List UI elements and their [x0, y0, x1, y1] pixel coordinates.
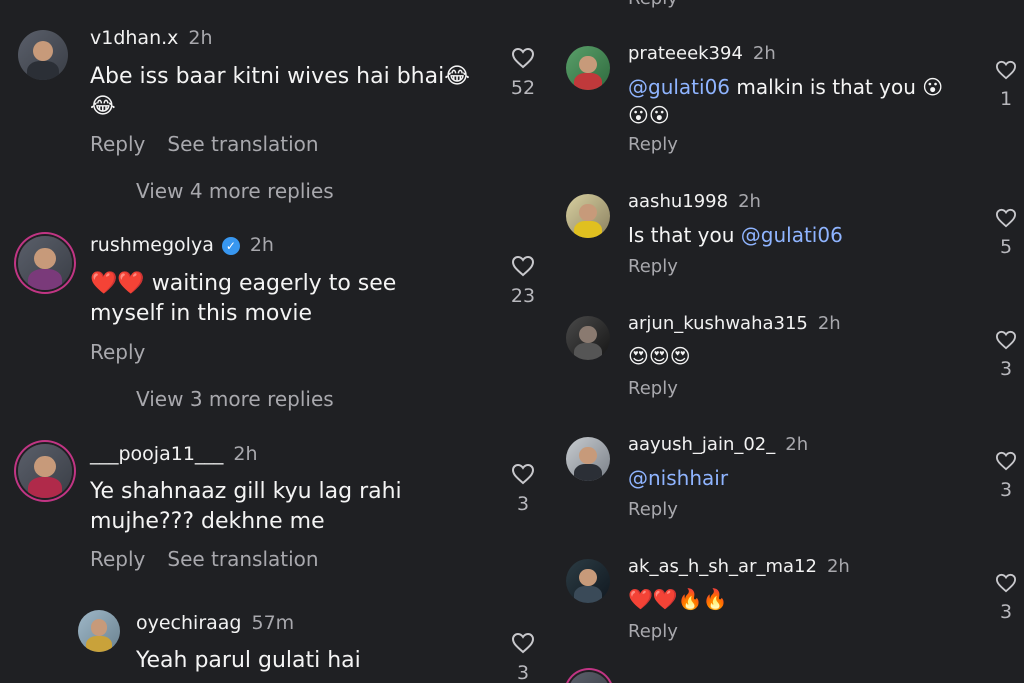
comment-text: Is that you @gulati06 — [628, 221, 958, 249]
comment-header: ___pooja11___ 2h — [90, 443, 258, 465]
mention-link[interactable]: @nishhair — [628, 466, 728, 490]
comment-header: aayush_jain_02_ 2h — [628, 434, 808, 455]
comment-text: Abe iss baar kitni wives hai bhai😂😂 — [90, 64, 470, 119]
avatar[interactable] — [566, 46, 610, 90]
like-button[interactable]: 5 — [986, 208, 1024, 258]
comment-header: arjun_kushwaha315 2h — [628, 313, 841, 334]
like-button[interactable]: 3 — [986, 573, 1024, 623]
mention-link[interactable]: @gulati06 — [628, 75, 730, 99]
avatar[interactable] — [78, 610, 120, 652]
comment-actions: Reply — [90, 340, 167, 364]
view-more-replies[interactable]: View 3 more replies — [136, 387, 334, 411]
timestamp: 2h — [752, 43, 776, 64]
timestamp: 2h — [785, 434, 809, 455]
heart-outline-icon — [511, 632, 535, 654]
reply-button[interactable]: Reply — [628, 0, 678, 9]
like-count: 5 — [999, 236, 1013, 258]
reply-button[interactable]: Reply — [90, 547, 145, 571]
timestamp: 57m — [251, 612, 295, 634]
username[interactable]: ___pooja11___ — [90, 443, 223, 465]
like-count: 3 — [516, 662, 530, 683]
username[interactable]: arjun_kushwaha315 — [628, 313, 808, 334]
heart-outline-icon — [995, 451, 1017, 471]
reply-button[interactable]: Reply — [628, 134, 678, 155]
like-count: 3 — [999, 358, 1013, 380]
comment-header: oyechiraag 57m — [136, 612, 294, 634]
like-count: 3 — [516, 493, 530, 515]
timestamp: 2h — [188, 27, 213, 49]
like-button[interactable]: 52 — [503, 47, 543, 99]
avatar[interactable] — [18, 30, 68, 80]
comment-text: ❤️❤️🔥🔥 — [628, 587, 728, 611]
view-more-replies[interactable]: View 4 more replies — [136, 179, 334, 203]
reply-button[interactable]: Reply — [628, 378, 678, 399]
comment-text: Yeah parul gulati hai — [136, 648, 361, 673]
username[interactable]: prateeek394 — [628, 43, 743, 64]
comment-text: ❤️❤️ waiting eagerly to see myself in th… — [90, 271, 397, 326]
like-count: 3 — [999, 479, 1013, 501]
reply-button[interactable]: Reply — [628, 499, 678, 520]
avatar[interactable] — [566, 559, 610, 603]
mention-link[interactable]: @gulati06 — [741, 223, 843, 247]
like-button[interactable]: 3 — [503, 463, 543, 515]
comment-header: ak_as_h_sh_ar_ma12 2h — [628, 556, 850, 577]
left-comments-column: v1dhan.x 2h Abe iss baar kitni wives hai … — [0, 0, 560, 683]
right-comments-column: Reply prateeek394 2h @gulati06 malkin is … — [560, 0, 1024, 683]
like-button[interactable]: 1 — [986, 60, 1024, 110]
comment-header: aashu1998 2h — [628, 191, 761, 212]
like-button[interactable]: 3 — [986, 451, 1024, 501]
username[interactable]: aashu1998 — [628, 191, 728, 212]
avatar[interactable] — [566, 437, 610, 481]
comment-text: Ye shahnaaz gill kyu lag rahi mujhe??? d… — [90, 479, 402, 534]
comment-actions: Reply See translation — [90, 132, 341, 156]
heart-outline-icon — [511, 47, 535, 69]
avatar[interactable] — [566, 316, 610, 360]
reply-button[interactable]: Reply — [628, 256, 678, 277]
comment-text: @nishhair — [628, 464, 958, 492]
heart-outline-icon — [995, 330, 1017, 350]
timestamp: 2h — [738, 191, 761, 212]
verified-check-icon: ✓ — [221, 236, 240, 255]
like-count: 3 — [999, 601, 1013, 623]
reply-button[interactable]: Reply — [628, 621, 678, 642]
timestamp: 2h — [817, 313, 841, 334]
username[interactable]: oyechiraag — [136, 612, 241, 634]
comment-text: 😍😍😍 — [628, 344, 691, 368]
reply-button[interactable]: Reply — [90, 132, 145, 156]
username[interactable]: v1dhan.x — [90, 27, 178, 49]
timestamp: 2h — [233, 443, 258, 465]
comment-actions: Reply See translation — [90, 547, 341, 571]
like-button[interactable]: 3 — [986, 330, 1024, 380]
see-translation-button[interactable]: See translation — [167, 132, 318, 156]
username[interactable]: aayush_jain_02_ — [628, 434, 775, 455]
timestamp: 2h — [249, 234, 274, 256]
like-button[interactable]: 3 — [503, 632, 543, 683]
comment-body: Is that you — [628, 223, 741, 247]
timestamp: 2h — [826, 556, 850, 577]
see-translation-button[interactable]: See translation — [167, 547, 318, 571]
heart-outline-icon — [511, 463, 535, 485]
heart-outline-icon — [995, 573, 1017, 593]
comment-header: v1dhan.x 2h — [90, 27, 213, 49]
heart-outline-icon — [511, 255, 535, 277]
comment-header: prateeek394 2h — [628, 43, 776, 64]
comment-text: @gulati06 malkin is that you 😮😮😮 — [628, 73, 958, 129]
avatar[interactable] — [18, 236, 72, 290]
like-button[interactable]: 23 — [503, 255, 543, 307]
comments-screen: v1dhan.x 2h Abe iss baar kitni wives hai … — [0, 0, 1024, 683]
reply-button[interactable]: Reply — [90, 340, 145, 364]
avatar[interactable] — [566, 194, 610, 238]
username[interactable]: ak_as_h_sh_ar_ma12 — [628, 556, 817, 577]
comment-header: rushmegolya ✓ 2h — [90, 234, 274, 256]
avatar[interactable] — [18, 444, 72, 498]
like-count: 52 — [510, 77, 536, 99]
like-count: 1 — [999, 88, 1013, 110]
like-count: 23 — [510, 285, 536, 307]
heart-outline-icon — [995, 60, 1017, 80]
heart-outline-icon — [995, 208, 1017, 228]
avatar[interactable] — [568, 672, 610, 683]
username[interactable]: rushmegolya — [90, 234, 214, 256]
